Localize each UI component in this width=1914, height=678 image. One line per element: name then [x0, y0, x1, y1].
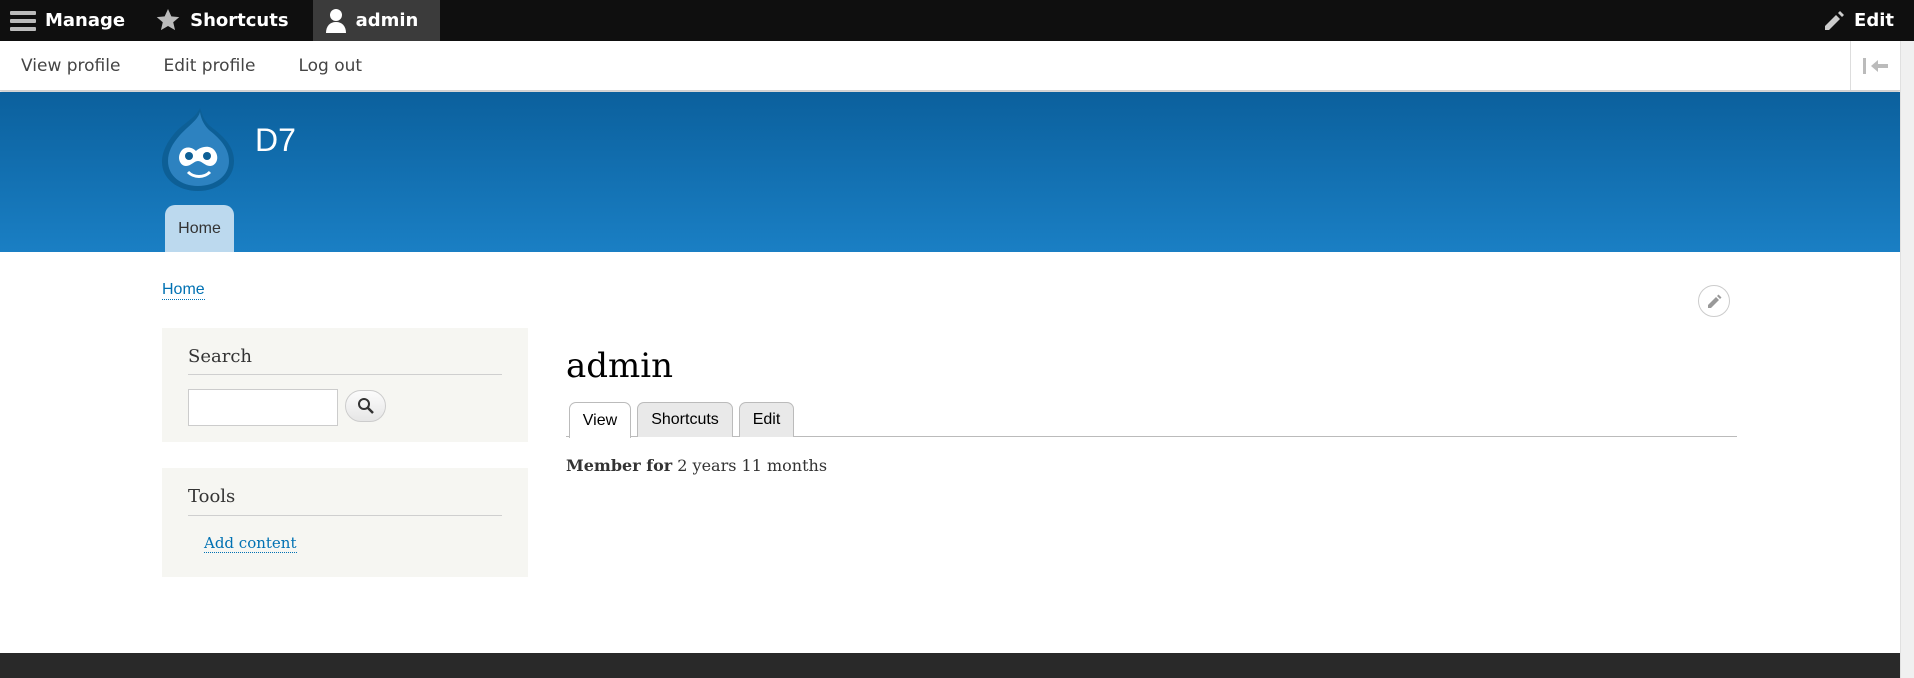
search-button[interactable] — [345, 390, 386, 422]
edit-mode-button[interactable]: Edit — [1813, 0, 1914, 41]
search-block-title: Search — [188, 346, 252, 367]
menu-icon — [10, 10, 36, 31]
search-input[interactable] — [188, 389, 338, 426]
tab-view[interactable]: View — [569, 402, 631, 438]
admin-toolbar: Manage Shortcuts admin Edit — [0, 0, 1914, 41]
site-footer — [0, 653, 1900, 678]
drupal-logo-icon[interactable] — [160, 106, 236, 192]
tools-block: Tools Add content — [162, 468, 528, 577]
tab-shortcuts[interactable]: Shortcuts — [637, 402, 733, 437]
divider — [188, 515, 502, 516]
member-for-value: 2 years 11 months — [677, 456, 828, 475]
contextual-edit-button[interactable] — [1698, 285, 1730, 317]
dock-left-icon — [1862, 57, 1888, 74]
site-name[interactable]: D7 — [255, 122, 296, 159]
tools-block-title: Tools — [188, 486, 236, 507]
breadcrumb-home-link[interactable]: Home — [162, 281, 205, 300]
user-button[interactable]: admin — [312, 0, 441, 41]
site-header: D7 Home — [0, 92, 1900, 252]
pencil-icon — [1708, 294, 1722, 308]
page: Manage Shortcuts admin Edit View profile… — [0, 0, 1914, 678]
tray-orientation-toggle[interactable] — [1850, 41, 1900, 90]
log-out-link[interactable]: Log out — [298, 56, 362, 76]
pencil-icon — [1825, 10, 1845, 30]
edit-profile-link[interactable]: Edit profile — [163, 56, 255, 76]
shortcuts-label: Shortcuts — [190, 10, 289, 31]
edit-mode-label: Edit — [1854, 10, 1894, 31]
divider — [188, 374, 502, 375]
manage-button[interactable]: Manage — [0, 0, 145, 41]
view-profile-link[interactable]: View profile — [21, 56, 120, 76]
member-for-label: Member for — [566, 456, 673, 475]
star-icon — [156, 9, 180, 31]
shortcuts-button[interactable]: Shortcuts — [145, 0, 308, 41]
search-block: Search — [162, 328, 528, 442]
add-content-link[interactable]: Add content — [204, 534, 297, 553]
vertical-scrollbar[interactable] — [1900, 41, 1914, 678]
tab-edit[interactable]: Edit — [739, 402, 794, 437]
page-title: admin — [566, 346, 674, 386]
manage-label: Manage — [45, 10, 126, 31]
member-for-field: Member for 2 years 11 months — [566, 456, 827, 475]
user-label: admin — [355, 10, 419, 31]
local-tasks-tabs: View Shortcuts Edit — [566, 401, 1737, 438]
toolbar-tray: View profile Edit profile Log out — [0, 41, 1900, 91]
user-icon — [325, 9, 346, 33]
search-icon — [357, 398, 374, 414]
main-menu-home[interactable]: Home — [165, 205, 234, 252]
